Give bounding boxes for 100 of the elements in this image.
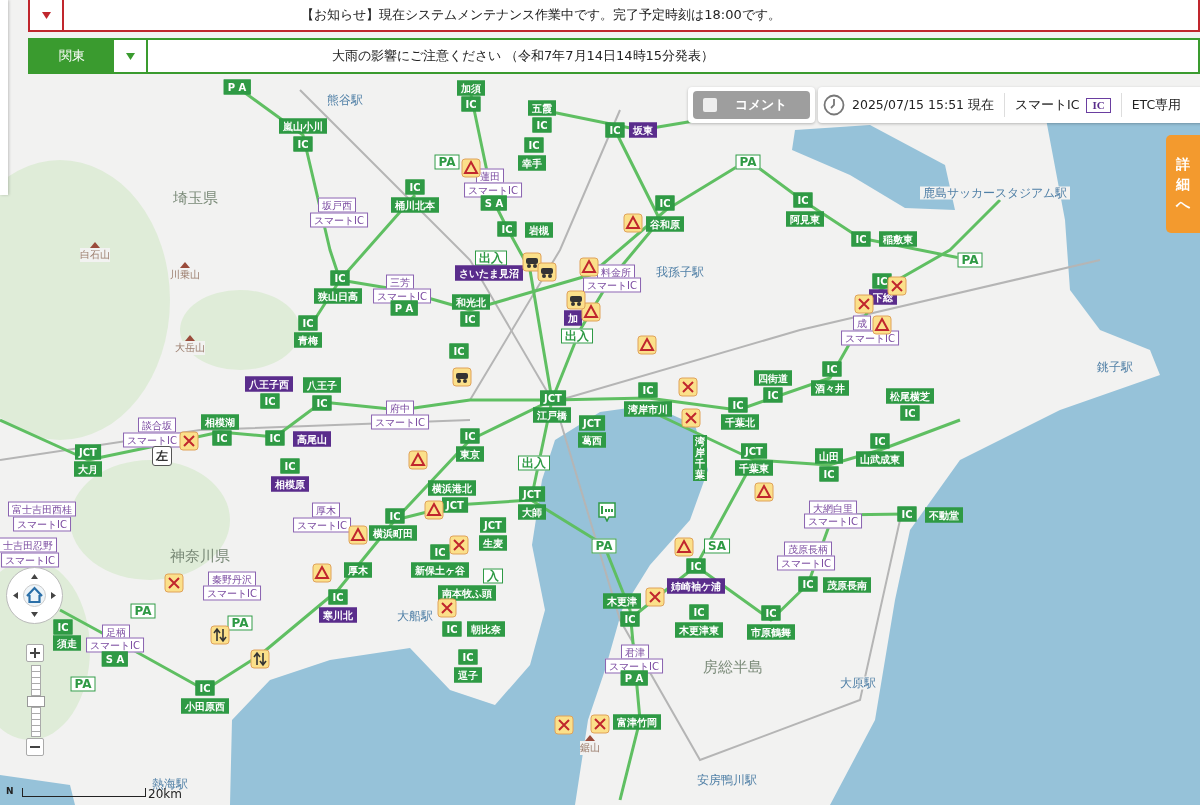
interchange-label[interactable]: 茂原長南 (823, 577, 871, 593)
interchange-label[interactable]: IC (822, 361, 842, 377)
interchange-label[interactable]: P A (223, 79, 251, 95)
interchange-label[interactable]: 加 (564, 310, 582, 326)
smart-ic-label[interactable]: 厚木 (312, 502, 340, 518)
smart-ic-label[interactable]: スマートIC (293, 517, 351, 533)
warning-icon[interactable] (581, 302, 601, 322)
interchange-label[interactable]: JCT (519, 486, 545, 502)
interchange-label[interactable]: IC (532, 117, 552, 133)
interchange-label[interactable]: 小田原西 (181, 698, 229, 714)
interchange-label[interactable]: 四街道 (754, 370, 792, 386)
interchange-label[interactable]: IC (405, 179, 425, 195)
lane-arrows-icon[interactable] (210, 625, 230, 645)
interchange-label[interactable]: 稲敷東 (879, 231, 917, 247)
interchange-label[interactable]: IC (620, 611, 640, 627)
interchange-label[interactable]: IC (430, 544, 450, 560)
facility-label[interactable]: PA (591, 538, 617, 554)
interchange-label[interactable]: 坂東 (629, 122, 657, 138)
interchange-label[interactable]: IC (763, 387, 783, 403)
interchange-label[interactable]: 狭山日高 (314, 288, 362, 304)
interchange-label[interactable]: IC (312, 395, 332, 411)
interchange-label[interactable]: 和光北 (452, 294, 490, 310)
lane-arrows-icon[interactable] (250, 649, 270, 669)
region-selector[interactable]: 関東 (30, 40, 114, 72)
interchange-label[interactable]: 谷和原 (646, 216, 684, 232)
facility-label[interactable]: 出入 (475, 250, 507, 266)
zoom-in-button[interactable] (26, 644, 44, 662)
interchange-label[interactable]: JCT (741, 443, 767, 459)
interchange-label[interactable]: IC (798, 576, 818, 592)
interchange-label[interactable]: 逗子 (454, 667, 482, 683)
interchange-label[interactable]: JCT (579, 415, 605, 431)
interchange-label[interactable]: IC (449, 343, 469, 359)
interchange-label[interactable]: 桶川北本 (391, 197, 439, 213)
interchange-label[interactable]: IC (461, 96, 481, 112)
smart-ic-label[interactable]: スマートIC (203, 585, 261, 601)
smart-ic-label[interactable]: 三芳 (386, 274, 414, 290)
interchange-label[interactable]: 東京 (456, 446, 484, 462)
warning-icon[interactable] (754, 482, 774, 502)
interchange-label[interactable]: IC (761, 605, 781, 621)
interchange-label[interactable]: 八王子 (303, 377, 341, 393)
warning-icon[interactable] (623, 213, 643, 233)
interchange-label[interactable]: IC (385, 508, 405, 524)
zoom-out-button[interactable] (26, 738, 44, 756)
interchange-label[interactable]: 千葉北 (721, 414, 759, 430)
interchange-label[interactable]: 松尾横芝 (886, 388, 934, 404)
smart-ic-label[interactable]: スマートIC (373, 288, 431, 304)
interchange-label[interactable]: IC (260, 393, 280, 409)
interchange-label[interactable]: P A (390, 300, 418, 316)
interchange-label[interactable]: IC (497, 221, 517, 237)
interchange-label[interactable]: 姉崎袖ケ浦 (667, 578, 725, 594)
interchange-label[interactable]: IC (686, 558, 706, 574)
interchange-label[interactable]: 須走 (53, 635, 81, 651)
interchange-label[interactable]: 大師 (518, 504, 546, 520)
smart-ic-label[interactable]: スマートIC (464, 182, 522, 198)
interchange-label[interactable]: 大月 (74, 461, 102, 477)
interchange-label[interactable]: 嵐山小川 (279, 118, 327, 134)
interchange-label[interactable]: IC (524, 137, 544, 153)
interchange-label[interactable]: 市原鶴舞 (747, 624, 795, 640)
smart-ic-label[interactable]: 大網白里 (809, 500, 857, 516)
interchange-label[interactable]: JCT (480, 517, 506, 533)
interchange-label[interactable]: 酒々井 (811, 380, 849, 396)
interchange-label[interactable]: 八王子西 (245, 376, 293, 392)
smart-ic-label[interactable]: 茂原長柄 (784, 541, 832, 557)
smart-ic-label[interactable]: スマートIC (804, 513, 862, 529)
interchange-label[interactable]: IC (265, 430, 285, 446)
interchange-label[interactable]: IC (900, 405, 920, 421)
smart-ic-label[interactable]: 君津 (621, 644, 649, 660)
interchange-label[interactable]: 湾岸千葉 (693, 435, 707, 481)
road-closed-icon[interactable] (449, 535, 469, 555)
interchange-label[interactable]: 寒川北 (319, 607, 357, 623)
facility-label[interactable]: 入 (483, 568, 503, 584)
interchange-label[interactable]: JCT (540, 390, 566, 406)
car-icon[interactable] (537, 262, 557, 282)
car-icon[interactable] (452, 367, 472, 387)
interchange-label[interactable]: IC (442, 621, 462, 637)
interchange-label[interactable]: 葛西 (578, 432, 606, 448)
interchange-label[interactable]: 木更津東 (675, 622, 723, 638)
interchange-label[interactable]: 相模湖 (201, 414, 239, 430)
interchange-label[interactable]: IC (458, 649, 478, 665)
interchange-label[interactable]: 山田 (815, 448, 843, 464)
car-icon[interactable] (566, 290, 586, 310)
road-closed-icon[interactable] (854, 294, 874, 314)
interchange-label[interactable]: IC (655, 195, 675, 211)
interchange-label[interactable]: IC (851, 231, 871, 247)
smart-ic-label[interactable]: 談合坂 (138, 417, 176, 433)
warning-icon[interactable] (408, 450, 428, 470)
road-closed-icon[interactable] (437, 598, 457, 618)
interchange-label[interactable]: 幸手 (518, 155, 546, 171)
interchange-label[interactable]: 山武成東 (856, 451, 904, 467)
interchange-label[interactable]: 高尾山 (293, 431, 331, 447)
smart-ic-label[interactable]: 成 (853, 315, 871, 331)
smart-ic-label[interactable]: スマートIC (123, 432, 181, 448)
interchange-label[interactable]: IC (605, 122, 625, 138)
road-closed-icon[interactable] (179, 431, 199, 451)
parking-icon[interactable] (597, 502, 617, 522)
interchange-label[interactable]: IC (298, 315, 318, 331)
slider-thumb[interactable] (27, 696, 45, 707)
road-closed-icon[interactable] (164, 573, 184, 593)
interchange-label[interactable]: 相模原 (271, 476, 309, 492)
interchange-label[interactable]: JCT (75, 444, 101, 460)
